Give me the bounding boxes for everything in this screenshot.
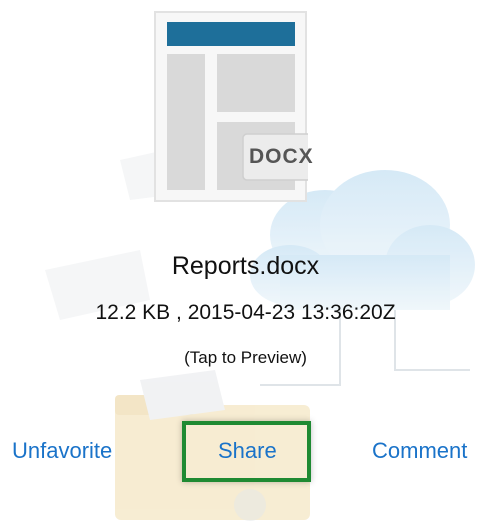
docx-document-icon[interactable]: DOCX xyxy=(153,10,340,203)
comment-button[interactable]: Comment xyxy=(372,438,467,464)
file-size-date: 12.2 KB , 2015-04-23 13:36:20Z xyxy=(95,301,396,324)
file-name: Reports.docx xyxy=(171,252,320,280)
tap-to-preview-hint[interactable]: (Tap to Preview) xyxy=(0,348,491,368)
file-type-label: DOCX xyxy=(249,145,314,168)
unfavorite-button[interactable]: Unfavorite xyxy=(12,438,112,464)
doc-header-bar xyxy=(167,22,295,46)
share-button[interactable]: Share xyxy=(218,438,277,464)
